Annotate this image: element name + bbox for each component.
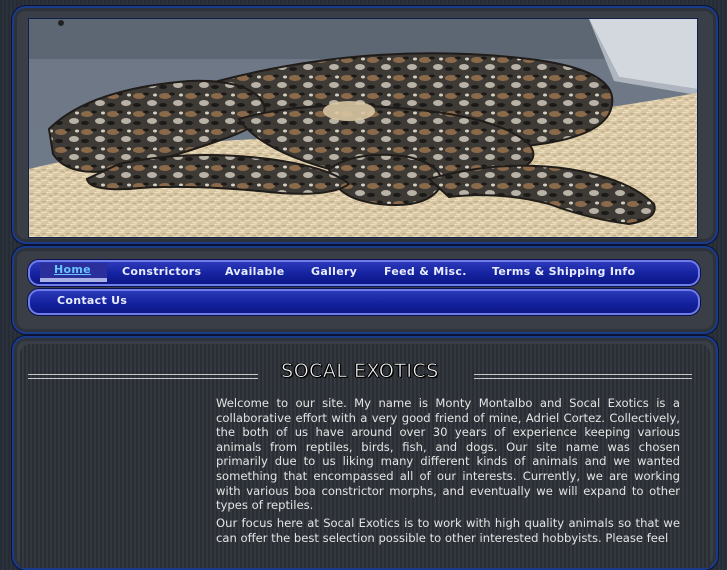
nav-home-link[interactable]: Home [40, 263, 107, 282]
site-title: SOCAL EXOTICS [281, 360, 439, 383]
banner-panel [12, 6, 718, 244]
title-divider-left [28, 374, 258, 379]
nav-feed-misc-link[interactable]: Feed & Misc. [384, 265, 467, 278]
content-panel: SOCAL EXOTICS Welcome to our site. My na… [12, 336, 718, 570]
nav-gallery-link[interactable]: Gallery [311, 265, 357, 278]
nav-contact-link[interactable]: Contact Us [57, 294, 127, 307]
navigation-panel: Home Constrictors Available Gallery Feed… [12, 246, 718, 334]
focus-paragraph: Our focus here at Socal Exotics is to wo… [216, 516, 680, 545]
welcome-paragraph: Welcome to our site. My name is Monty Mo… [216, 396, 680, 513]
boa-constrictor-photo [28, 18, 698, 238]
nav-bar-secondary: Contact Us [28, 289, 700, 315]
title-divider-right [474, 374, 692, 379]
nav-constrictors-link[interactable]: Constrictors [122, 265, 201, 278]
nav-bar-primary: Home Constrictors Available Gallery Feed… [28, 260, 700, 286]
nav-terms-shipping-link[interactable]: Terms & Shipping Info [492, 265, 635, 278]
nav-available-link[interactable]: Available [225, 265, 284, 278]
